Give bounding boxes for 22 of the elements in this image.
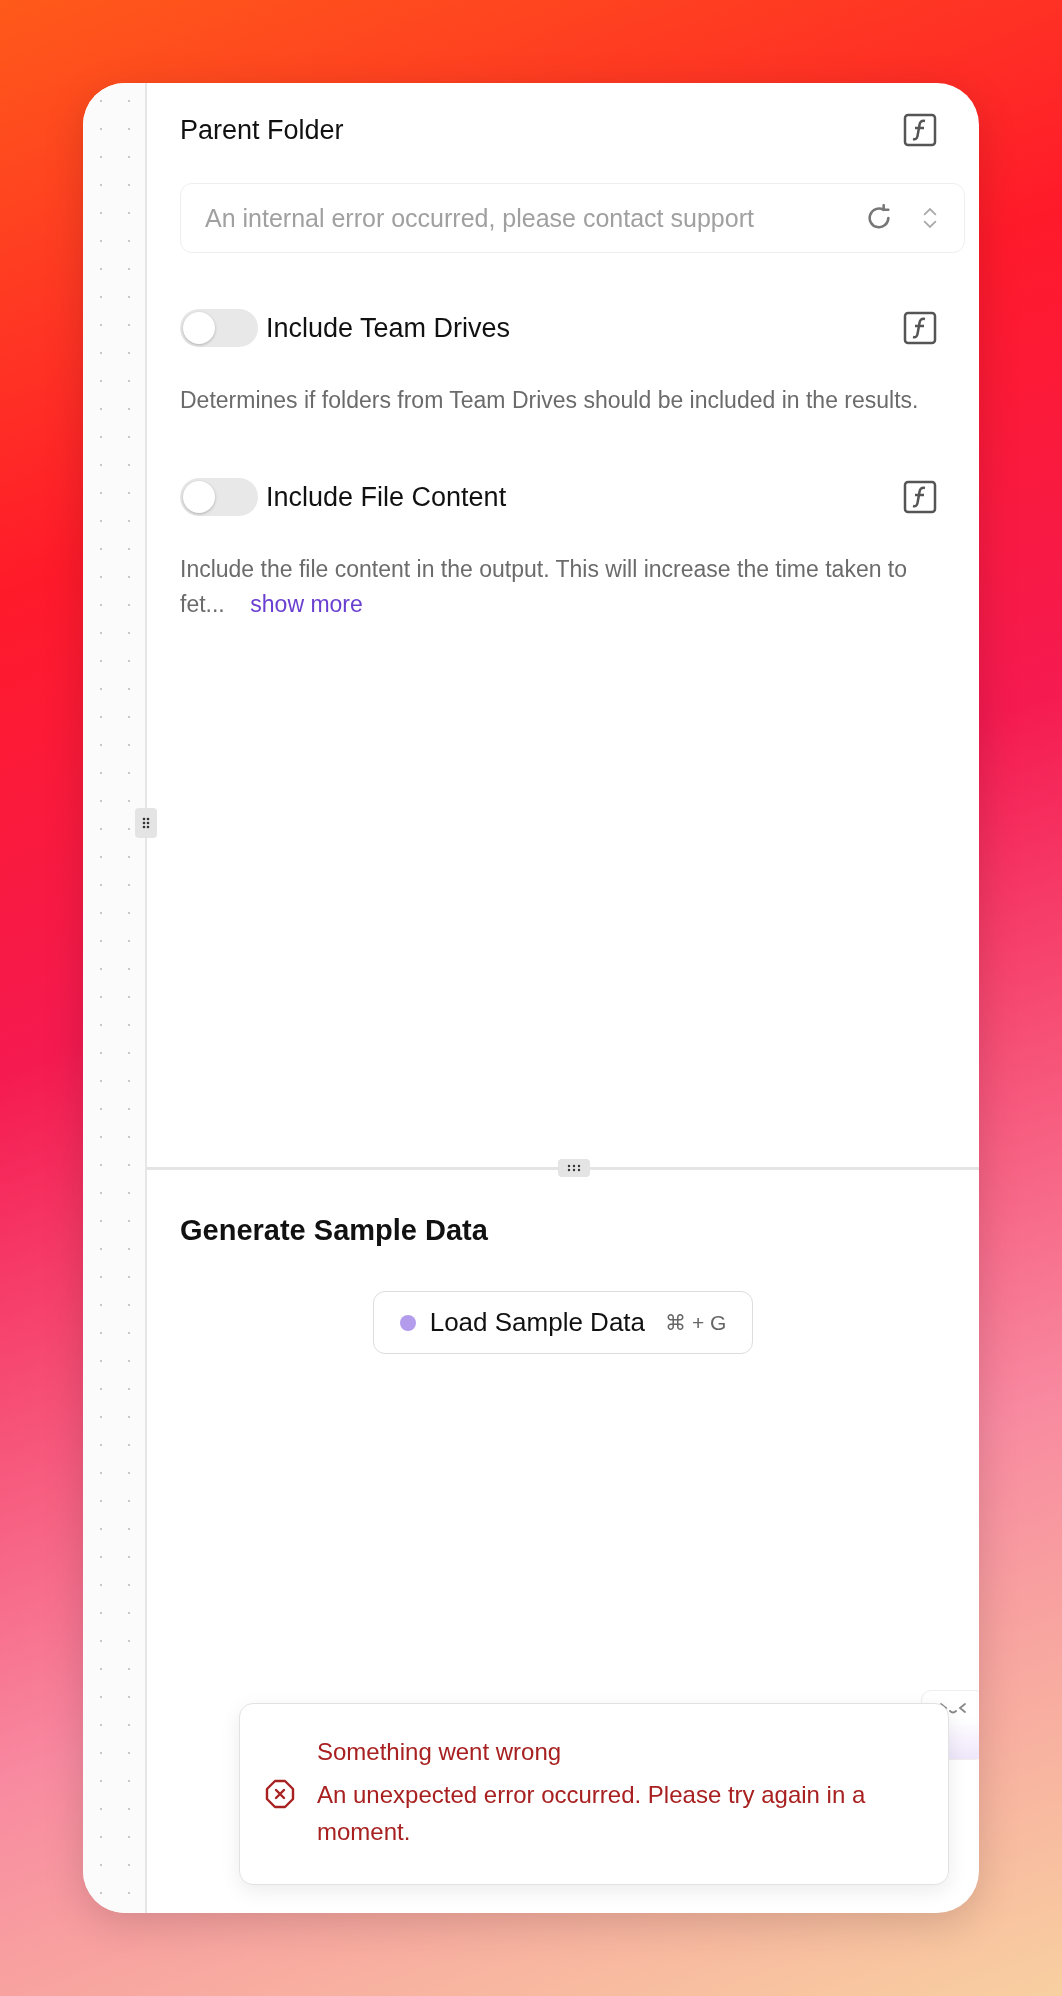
toggle-label: Include File Content [266,481,507,513]
toggle-description: Determines if folders from Team Drives should be included in the results. [180,386,920,415]
toast-message: An unexpected error occurred. Please try again in a moment. [317,1780,867,1847]
field-label: Parent Folder [180,114,344,146]
toggle-label: Include Team Drives [266,312,511,344]
show-more-link[interactable]: show more [250,591,363,617]
toggle-switch[interactable] [180,478,258,516]
emoticon-icon [939,1701,967,1715]
formula-icon[interactable] [903,311,937,345]
formula-icon[interactable] [903,480,937,514]
resize-handle[interactable] [135,808,157,838]
toggle-switch[interactable] [180,309,258,347]
up-down-chevron-icon [921,205,939,231]
toast-title: Something went wrong [317,1738,563,1766]
refresh-icon[interactable] [865,204,893,232]
toggle-description: Include the file content in the output. This will increase the time taken to fet... show more [180,555,909,619]
formula-icon[interactable] [903,113,937,147]
keyboard-shortcut: ⌘ + G [665,1310,727,1335]
error-icon [265,1779,295,1809]
resize-handle[interactable] [558,1159,590,1177]
section-heading: Generate Sample Data [180,1214,489,1247]
load-sample-data-button[interactable]: Load Sample Data ⌘ + G [372,1291,754,1354]
